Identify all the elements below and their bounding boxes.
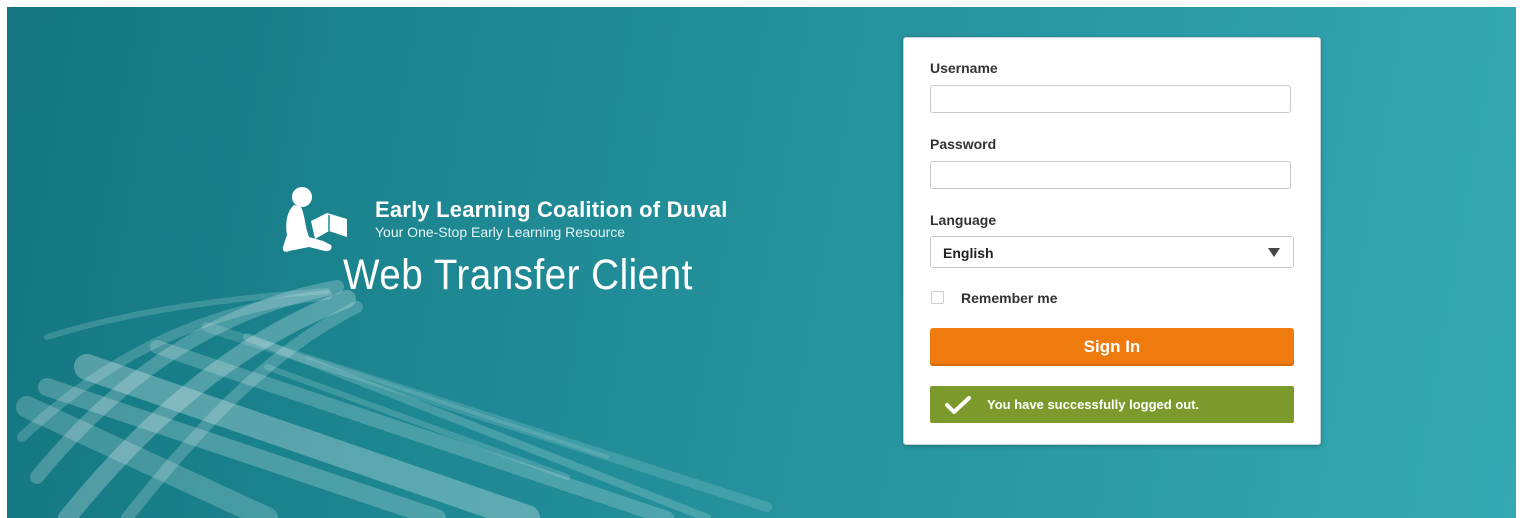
language-select[interactable]: English xyxy=(930,236,1294,268)
logout-success-alert: You have successfully logged out. xyxy=(930,386,1294,423)
login-form: Username Password Language English Remem… xyxy=(903,37,1321,445)
logout-success-message: You have successfully logged out. xyxy=(987,397,1200,412)
organization-name: Early Learning Coalition of Duval xyxy=(375,197,728,222)
caret-down-icon xyxy=(1268,248,1280,257)
remember-me-label[interactable]: Remember me xyxy=(961,290,1058,306)
remember-me-option[interactable]: Remember me xyxy=(930,289,1230,307)
app-title: Web Transfer Client xyxy=(343,251,693,299)
username-label: Username xyxy=(930,60,998,76)
organization-tagline: Your One-Stop Early Learning Resource xyxy=(375,224,626,240)
language-selected-value: English xyxy=(943,245,994,261)
password-label: Password xyxy=(930,136,997,152)
checkmark-icon xyxy=(945,396,971,414)
language-label: Language xyxy=(930,212,997,228)
sign-in-button[interactable]: Sign In xyxy=(930,328,1294,366)
remember-me-checkbox[interactable] xyxy=(931,291,944,304)
username-input[interactable] xyxy=(930,85,1291,113)
password-input[interactable] xyxy=(930,161,1291,189)
login-page-background: Early Learning Coalition of Duval Your O… xyxy=(7,7,1516,518)
child-reading-book-icon xyxy=(282,187,347,252)
brand-block: Early Learning Coalition of Duval Your O… xyxy=(275,185,875,315)
